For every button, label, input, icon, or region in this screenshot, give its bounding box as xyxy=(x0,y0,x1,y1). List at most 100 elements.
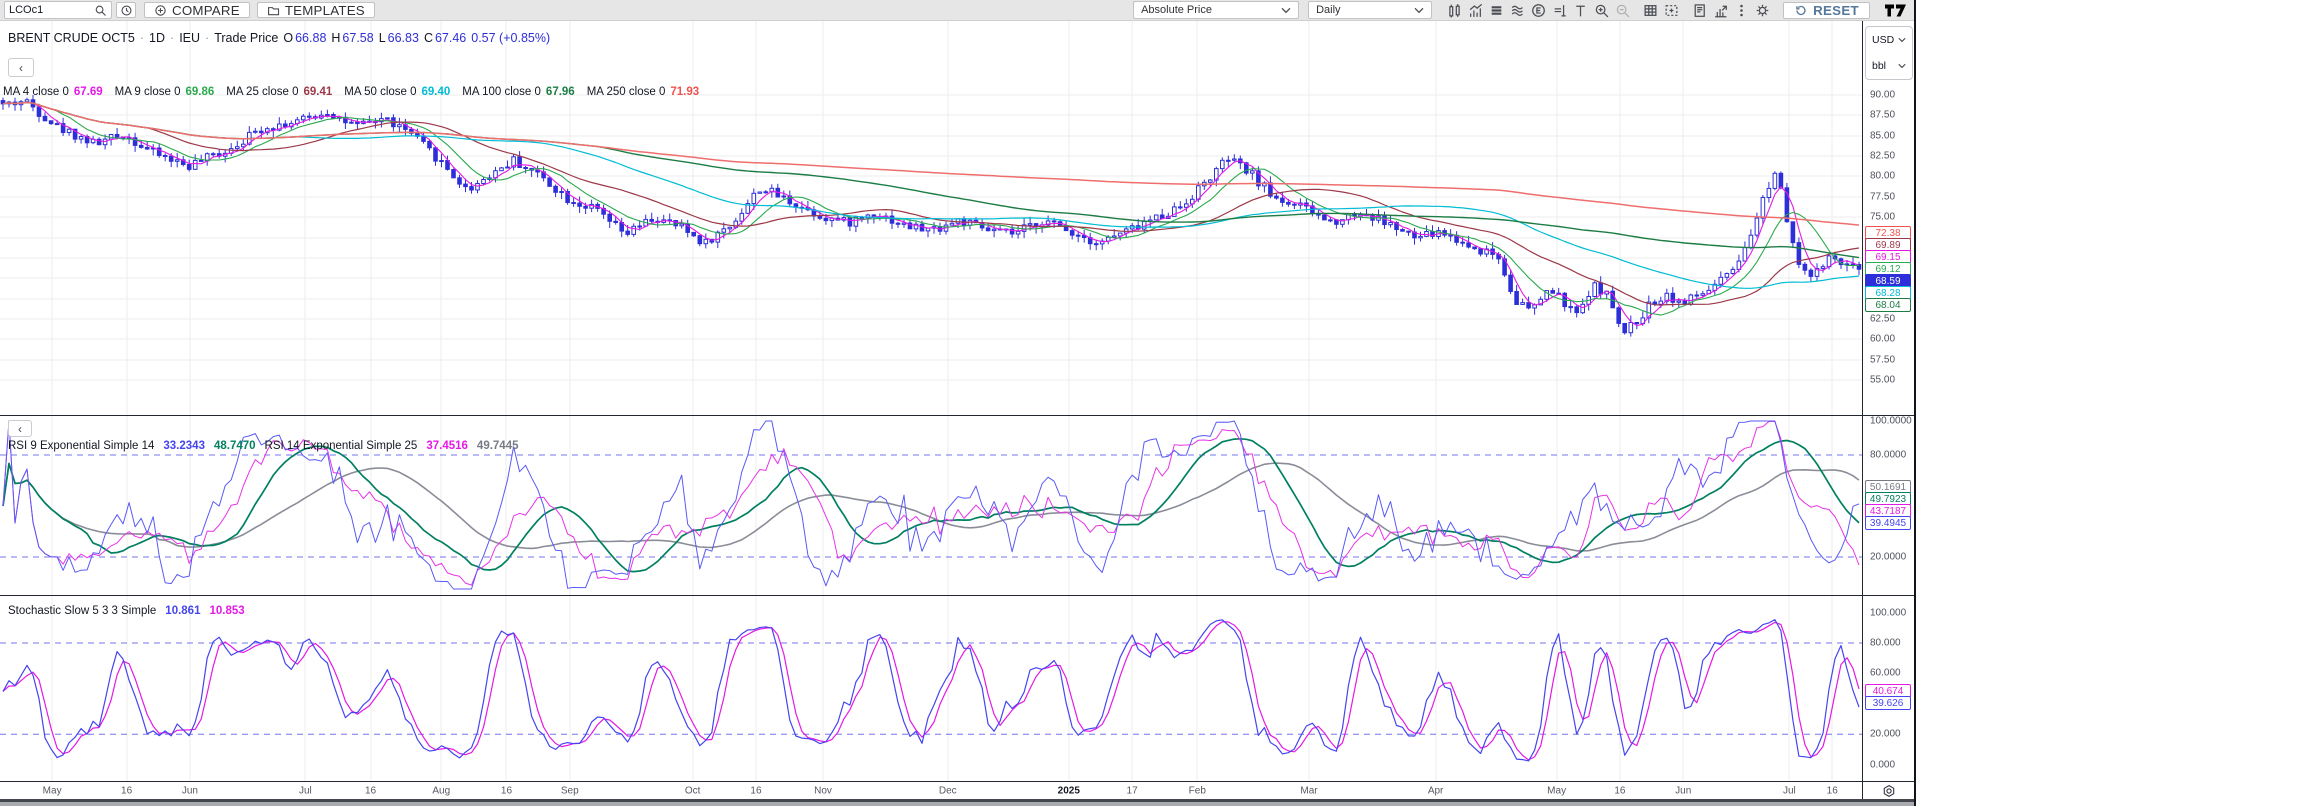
bar-trend-button[interactable] xyxy=(1465,1,1486,19)
grid-button[interactable] xyxy=(1640,1,1661,19)
price-scale-label: 60.00 xyxy=(1870,334,1895,345)
time-axis-label: 16 xyxy=(121,785,132,796)
interval-dropdown[interactable]: Daily xyxy=(1308,1,1432,19)
price-axis[interactable]: USD bbl 90.0087.5085.0082.5080.0077.5075… xyxy=(1862,21,1914,799)
bar-trend-icon xyxy=(1468,3,1483,18)
price-scale-label: 85.00 xyxy=(1870,130,1895,141)
time-axis-label: May xyxy=(43,785,62,796)
price-scale-label: 75.00 xyxy=(1870,212,1895,223)
stoch-scale-label: 20.000 xyxy=(1870,729,1901,740)
reset-icon xyxy=(1794,4,1807,17)
ma-legend-label: MA 50 close 0 xyxy=(344,86,416,98)
plus-circle-icon xyxy=(154,4,167,17)
time-axis-label: 2025 xyxy=(1058,785,1080,796)
rsi-legend-part: RSI 9 Exponential Simple 14 xyxy=(8,440,154,452)
time-axis-label: Dec xyxy=(939,785,957,796)
main-price-chart[interactable] xyxy=(0,21,1862,415)
time-axis-label: 16 xyxy=(1827,785,1838,796)
trading-chart-app: LCOc1 COMPARE xyxy=(0,0,1916,806)
app-right-border xyxy=(1914,0,1916,806)
price-mode-dropdown[interactable]: Absolute Price xyxy=(1133,1,1299,19)
collapse-main-legend-button[interactable]: ‹ xyxy=(8,58,34,77)
compare-label: COMPARE xyxy=(172,3,240,18)
candlestick-button[interactable] xyxy=(1444,1,1465,19)
top-toolbar: LCOc1 COMPARE xyxy=(0,0,1914,21)
unit-dropdown[interactable]: bbl xyxy=(1866,53,1912,79)
price-scale-label: 77.50 xyxy=(1870,191,1895,202)
price-scale-label: 82.50 xyxy=(1870,151,1895,162)
circled-e-button[interactable] xyxy=(1528,1,1549,19)
rsi-legend-part: 37.4516 xyxy=(426,440,468,452)
more-button[interactable] xyxy=(1731,1,1752,19)
add-panel-button[interactable] xyxy=(1661,1,1682,19)
rsi-scale-label: 20.0000 xyxy=(1870,552,1906,563)
news-button[interactable] xyxy=(1689,1,1710,19)
settings-button[interactable] xyxy=(1752,1,1773,19)
ma-legend-label: MA 4 close 0 xyxy=(3,86,69,98)
symbol-info-part: 0.57 (+0.85%) xyxy=(471,31,550,45)
tradingview-logo[interactable] xyxy=(1880,0,1910,20)
stoch-legend-part: Stochastic Slow 5 3 3 Simple xyxy=(8,605,156,617)
price-scale-label: 87.50 xyxy=(1870,110,1895,121)
text-tool-button[interactable] xyxy=(1570,1,1591,19)
symbol-info-part: L xyxy=(379,31,386,45)
ma-legend-label: MA 100 close 0 xyxy=(462,86,541,98)
interval-value: Daily xyxy=(1316,4,1340,16)
rsi-legend-row: RSI 9 Exponential Simple 1433.234348.747… xyxy=(8,440,528,452)
time-axis-label: 16 xyxy=(501,785,512,796)
rsi-legend-part: RSI 14 Exponential Simple 25 xyxy=(265,440,418,452)
candlestick-icon xyxy=(1447,3,1462,18)
ma-legend-label: MA 9 close 0 xyxy=(115,86,181,98)
more-icon xyxy=(1734,3,1749,18)
chevron-left-icon: ‹ xyxy=(18,422,22,436)
templates-button[interactable]: TEMPLATES xyxy=(257,2,375,18)
panel-separator[interactable] xyxy=(0,595,1914,596)
time-axis-label: Apr xyxy=(1428,785,1444,796)
stochastic-legend-row: Stochastic Slow 5 3 3 Simple10.86110.853 xyxy=(8,605,254,617)
stochastic-indicator-chart[interactable] xyxy=(0,596,1862,781)
stoch-scale-label: 60.000 xyxy=(1870,668,1901,679)
stoch-legend-part: 10.861 xyxy=(165,605,200,617)
time-axis[interactable]: May16JunJul16Aug16SepOct16NovDec202517Fe… xyxy=(0,782,1862,799)
session-clock-button[interactable] xyxy=(116,2,136,18)
currency-dropdown[interactable]: USD xyxy=(1866,27,1912,53)
zoom-in-button[interactable] xyxy=(1591,1,1612,19)
panel-separator[interactable] xyxy=(0,415,1914,416)
symbol-info-part: · xyxy=(205,31,209,45)
unit-selector: USD bbl xyxy=(1865,26,1913,80)
symbol-info-part: IEU xyxy=(179,31,200,45)
zoom-out-button[interactable] xyxy=(1612,1,1633,19)
symbol-info-part: O xyxy=(283,31,293,45)
panel-separator xyxy=(0,781,1914,782)
time-axis-label: Jul xyxy=(299,785,312,796)
collapse-rsi-legend-button[interactable]: ‹ xyxy=(8,420,32,437)
symbol-info-part: C xyxy=(424,31,433,45)
symbol-info-part: 66.88 xyxy=(295,31,326,45)
news-icon xyxy=(1692,3,1707,18)
compare-button[interactable]: COMPARE xyxy=(144,2,250,18)
stacked-lines-button[interactable] xyxy=(1486,1,1507,19)
symbol-search-value: LCOc1 xyxy=(9,4,43,16)
rsi-scale-label: 80.0000 xyxy=(1870,450,1906,461)
time-axis-label: 17 xyxy=(1127,785,1138,796)
toolbar-icon-group xyxy=(1444,1,1773,19)
grid-icon xyxy=(1643,3,1658,18)
time-axis-label: Jun xyxy=(1675,785,1691,796)
search-icon xyxy=(94,4,107,17)
time-axis-label: Sep xyxy=(561,785,579,796)
symbol-info-part: BRENT CRUDE OCT5 xyxy=(8,31,135,45)
reset-button[interactable]: RESET xyxy=(1783,2,1870,19)
stoch-scale-label: 80.000 xyxy=(1870,638,1901,649)
reset-label: RESET xyxy=(1813,3,1859,18)
chevron-down-icon xyxy=(1414,7,1424,14)
symbol-search-input[interactable]: LCOc1 xyxy=(4,1,112,19)
measure-button[interactable] xyxy=(1549,1,1570,19)
time-axis-label: Mar xyxy=(1300,785,1317,796)
text-tool-icon xyxy=(1573,3,1588,18)
axis-settings-cell[interactable] xyxy=(1862,782,1914,799)
price-tag: 68.04 xyxy=(1865,298,1911,312)
symbol-info-part: H xyxy=(331,31,340,45)
waves-button[interactable] xyxy=(1507,1,1528,19)
clock-icon xyxy=(120,4,133,17)
chart-stats-button[interactable] xyxy=(1710,1,1731,19)
